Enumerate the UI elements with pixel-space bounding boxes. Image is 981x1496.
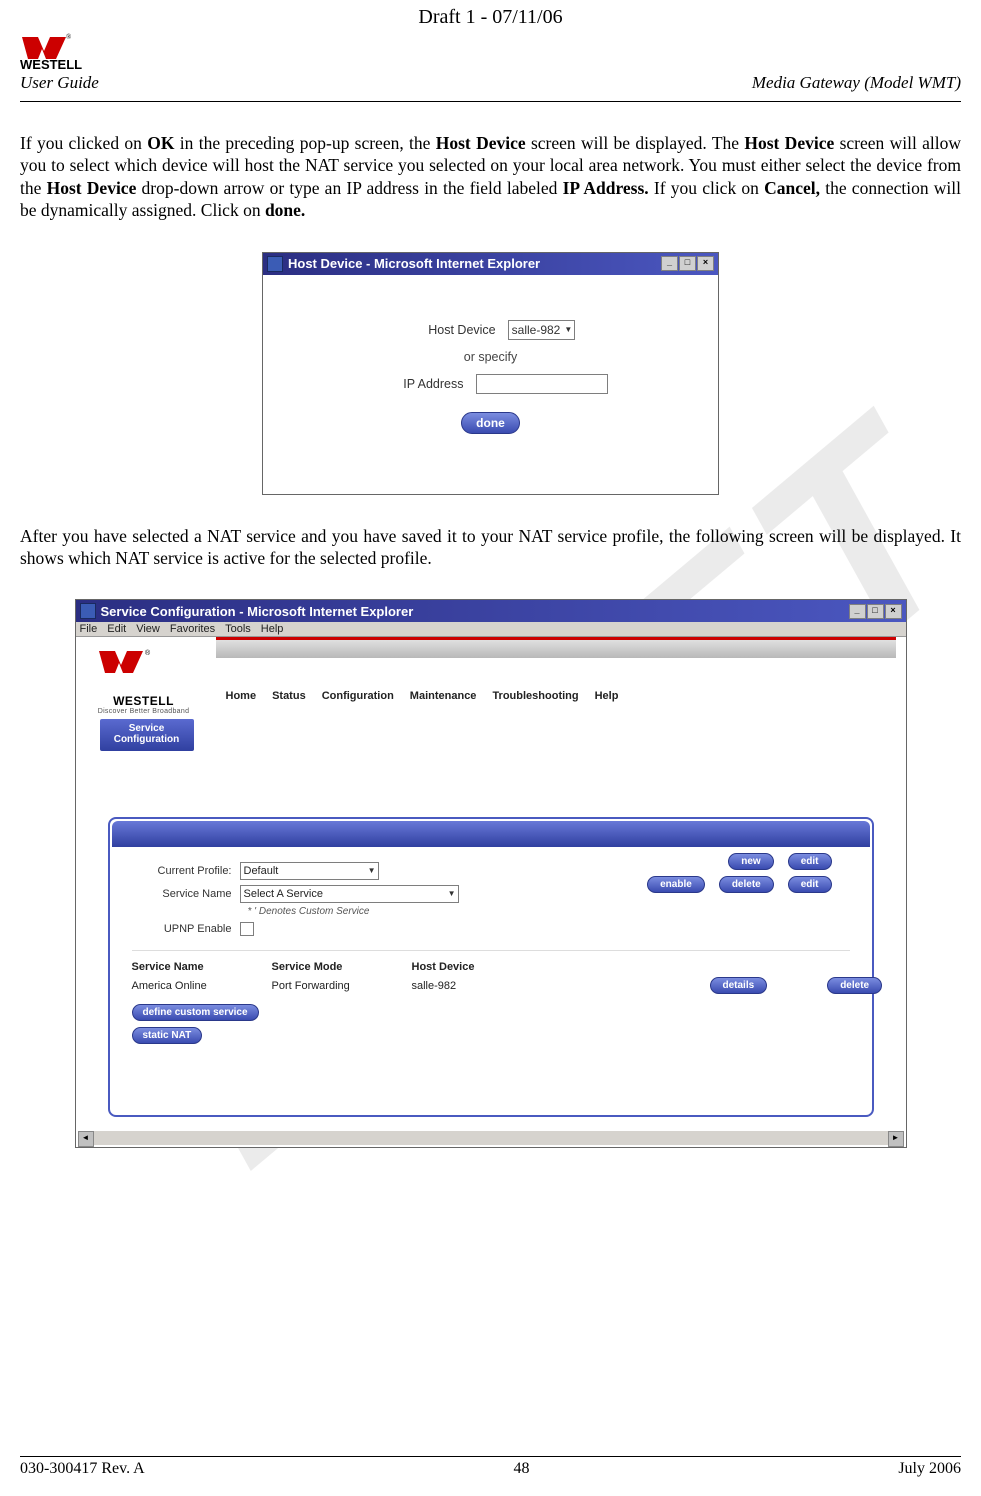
titlebar: Service Configuration - Microsoft Intern…: [76, 600, 906, 622]
menu-tools[interactable]: Tools: [225, 623, 251, 635]
maximize-button[interactable]: □: [867, 604, 884, 619]
new-button[interactable]: new: [728, 853, 773, 870]
ie-icon: [267, 256, 283, 272]
custom-service-note: * ' Denotes Custom Service: [248, 906, 850, 917]
window-title: Service Configuration - Microsoft Intern…: [101, 604, 414, 619]
footer-rev: 030-300417 Rev. A: [20, 1460, 145, 1478]
td-host-device: salle-982: [412, 980, 552, 992]
brand-name: WESTELL: [84, 694, 204, 708]
upnp-label: UPNP Enable: [132, 923, 232, 935]
nav-configuration[interactable]: Configuration: [322, 690, 394, 702]
nav-home[interactable]: Home: [226, 690, 257, 702]
minimize-button[interactable]: _: [849, 604, 866, 619]
header-rule: [20, 101, 961, 102]
current-profile-label: Current Profile:: [132, 865, 232, 877]
delete-row-button[interactable]: delete: [827, 977, 882, 994]
footer-date: July 2006: [898, 1460, 961, 1478]
nav-status[interactable]: Status: [272, 690, 306, 702]
service-table-header: Service Name Service Mode Host Device: [132, 961, 850, 973]
host-device-select[interactable]: salle-982: [508, 320, 576, 340]
nav-maintenance[interactable]: Maintenance: [410, 690, 477, 702]
edit-profile-button[interactable]: edit: [788, 853, 832, 870]
content-panel: new edit enable delete edit Cu: [108, 817, 874, 1117]
svg-text:®: ®: [145, 649, 151, 657]
host-device-window: Host Device - Microsoft Internet Explore…: [262, 252, 719, 495]
scroll-right-icon[interactable]: ►: [888, 1131, 904, 1147]
scroll-left-icon[interactable]: ◄: [78, 1131, 94, 1147]
menu-help[interactable]: Help: [261, 623, 284, 635]
brand-tagline: Discover Better Broadband: [84, 708, 204, 715]
footer-page: 48: [514, 1460, 530, 1478]
westell-logo: WESTELL ®: [20, 31, 130, 71]
ip-address-label: IP Address: [374, 377, 464, 391]
delete-service-button[interactable]: delete: [719, 876, 774, 893]
close-button[interactable]: ×: [885, 604, 902, 619]
menu-view[interactable]: View: [136, 623, 160, 635]
upnp-checkbox[interactable]: [240, 922, 254, 936]
details-button[interactable]: details: [710, 977, 768, 994]
westell-logo: ®: [84, 645, 204, 687]
minimize-button[interactable]: _: [661, 256, 678, 271]
service-name-label: Service Name: [132, 888, 232, 900]
service-config-window: Service Configuration - Microsoft Intern…: [75, 599, 907, 1148]
ip-address-input[interactable]: [476, 374, 608, 394]
menu-favorites[interactable]: Favorites: [170, 623, 215, 635]
top-nav: Home Status Configuration Maintenance Tr…: [216, 637, 896, 702]
svg-text:®: ®: [66, 33, 72, 41]
maximize-button[interactable]: □: [679, 256, 696, 271]
menubar: File Edit View Favorites Tools Help: [76, 622, 906, 637]
host-device-label: Host Device: [406, 323, 496, 337]
enable-button[interactable]: enable: [647, 876, 705, 893]
titlebar: Host Device - Microsoft Internet Explore…: [263, 253, 718, 275]
svg-text:WESTELL: WESTELL: [20, 57, 82, 71]
menu-file[interactable]: File: [80, 623, 98, 635]
horizontal-scrollbar[interactable]: ◄ ►: [78, 1131, 904, 1145]
or-specify-label: or specify: [303, 350, 678, 364]
nav-troubleshooting[interactable]: Troubleshooting: [492, 690, 578, 702]
paragraph-2: After you have selected a NAT service an…: [20, 525, 961, 570]
ie-icon: [80, 603, 96, 619]
user-guide-label: User Guide: [20, 73, 130, 93]
static-nat-button[interactable]: static NAT: [132, 1027, 203, 1044]
model-label: Media Gateway (Model WMT): [752, 73, 961, 93]
menu-edit[interactable]: Edit: [107, 623, 126, 635]
th-host-device: Host Device: [412, 961, 552, 973]
th-service-mode: Service Mode: [272, 961, 412, 973]
window-title: Host Device - Microsoft Internet Explore…: [288, 256, 540, 271]
edit-service-button[interactable]: edit: [788, 876, 832, 893]
panel-header-band: [112, 821, 870, 847]
sidebar-service-configuration[interactable]: ServiceConfiguration: [100, 719, 194, 751]
panel-divider: [132, 950, 850, 951]
page-footer: 030-300417 Rev. A 48 July 2006: [20, 1456, 961, 1478]
close-button[interactable]: ×: [697, 256, 714, 271]
define-custom-service-button[interactable]: define custom service: [132, 1004, 259, 1021]
td-service-mode: Port Forwarding: [272, 980, 412, 992]
service-table-row: America Online Port Forwarding salle-982…: [132, 977, 850, 994]
page-header: WESTELL ® User Guide Media Gateway (Mode…: [20, 31, 961, 93]
nav-help[interactable]: Help: [595, 690, 619, 702]
draft-header: Draft 1 - 07/11/06: [20, 0, 961, 29]
done-button[interactable]: done: [461, 412, 520, 434]
current-profile-select[interactable]: Default: [240, 862, 379, 880]
paragraph-1: If you clicked on OK in the preceding po…: [20, 132, 961, 222]
th-service-name: Service Name: [132, 961, 272, 973]
td-service-name: America Online: [132, 980, 272, 992]
service-name-select[interactable]: Select A Service: [240, 885, 459, 903]
